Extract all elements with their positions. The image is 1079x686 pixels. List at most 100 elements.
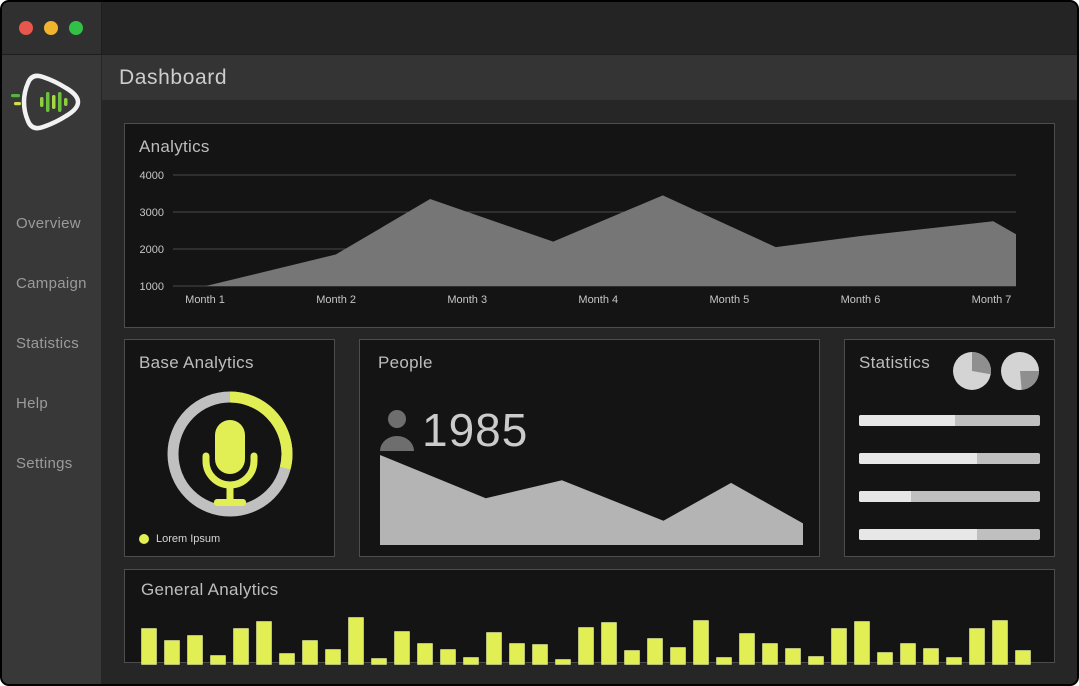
progress-bar-fill <box>859 415 955 426</box>
bar <box>831 628 847 665</box>
pie-chart-1 <box>953 352 991 390</box>
bar <box>210 655 226 665</box>
middle-panels-row: Base Analytics Lorem Ipsum People 1985 S… <box>124 339 1055 557</box>
bar <box>141 628 157 665</box>
x-tick-label: Month 2 <box>316 294 356 306</box>
x-tick-label: Month 1 <box>185 294 225 306</box>
sidebar-item-campaign[interactable]: Campaign <box>2 253 101 313</box>
x-tick-label: Month 7 <box>972 294 1012 306</box>
base-analytics-panel: Base Analytics Lorem Ipsum <box>124 339 335 557</box>
base-analytics-legend: Lorem Ipsum <box>139 533 220 545</box>
progress-ring-chart <box>167 391 292 517</box>
general-analytics-bar-chart <box>141 603 1038 665</box>
bar <box>647 638 663 665</box>
bar <box>900 643 916 665</box>
bar <box>1015 650 1031 665</box>
statistics-panel: Statistics <box>844 339 1055 557</box>
bar <box>463 657 479 665</box>
y-tick-label: 3000 <box>140 207 164 219</box>
bar <box>555 659 571 665</box>
progress-bar <box>859 453 1040 464</box>
sidebar: Overview Campaign Statistics Help Settings <box>2 55 102 684</box>
window-titlebar <box>102 2 1077 55</box>
analytics-panel: Analytics 1000 2000 3000 4000 Month 1 Month 2… <box>124 123 1055 328</box>
app-logo[interactable] <box>10 69 94 135</box>
bar <box>946 657 962 665</box>
dashboard-content: Analytics 1000 2000 3000 4000 Month 1 Month 2… <box>102 101 1077 684</box>
zoom-window-button[interactable] <box>69 21 83 35</box>
y-tick-label: 2000 <box>140 244 164 256</box>
sidebar-item-settings[interactable]: Settings <box>2 433 101 493</box>
y-tick-label: 1000 <box>140 281 164 293</box>
bar <box>808 656 824 665</box>
bar <box>279 653 295 665</box>
progress-bar <box>859 491 1040 502</box>
bar <box>762 643 778 665</box>
progress-bar-fill <box>859 453 977 464</box>
page-header: Dashboard <box>102 55 1077 101</box>
legend-dot-icon <box>139 534 149 544</box>
bar <box>417 643 433 665</box>
sidebar-item-overview[interactable]: Overview <box>2 193 101 253</box>
motion-dashes-icon <box>11 94 21 106</box>
bar <box>969 628 985 665</box>
people-count-stat: 1985 <box>378 399 801 456</box>
general-analytics-panel-title: General Analytics <box>141 580 279 599</box>
bar <box>233 628 249 665</box>
waveform-bars-icon <box>40 92 68 112</box>
x-tick-label: Month 3 <box>447 294 487 306</box>
bar <box>785 648 801 665</box>
progress-bar <box>859 529 1040 540</box>
bar <box>992 620 1008 665</box>
statistics-header: Statistics <box>859 351 1040 391</box>
general-analytics-panel: General Analytics <box>124 569 1055 665</box>
bar <box>325 649 341 665</box>
y-tick-label: 4000 <box>140 170 164 182</box>
sidebar-item-statistics[interactable]: Statistics <box>2 313 101 373</box>
bar <box>578 627 594 665</box>
microphone-progress-ring <box>160 384 300 524</box>
bar <box>187 635 203 665</box>
people-panel: People 1985 <box>359 339 820 557</box>
people-panel-title: People <box>378 353 433 372</box>
bar <box>394 631 410 665</box>
progress-bar <box>859 415 1040 426</box>
page-title: Dashboard <box>119 65 228 89</box>
bar <box>509 643 525 665</box>
bar <box>877 652 893 665</box>
bar <box>739 633 755 665</box>
minimize-window-button[interactable] <box>44 21 58 35</box>
bar <box>348 617 364 665</box>
bar <box>440 649 456 665</box>
analytics-panel-title: Analytics <box>139 137 210 156</box>
analytics-area-series <box>205 195 1016 286</box>
sidebar-item-help[interactable]: Help <box>2 373 101 433</box>
bar <box>164 640 180 665</box>
window-titlebar-controls <box>2 2 102 55</box>
people-trend-chart <box>380 453 803 545</box>
bar <box>371 658 387 665</box>
bar <box>624 650 640 665</box>
people-area-chart <box>380 455 803 545</box>
x-tick-label: Month 5 <box>710 294 750 306</box>
x-tick-label: Month 6 <box>841 294 881 306</box>
people-count-value: 1985 <box>422 403 529 456</box>
progress-bar-fill <box>859 491 912 502</box>
analytics-area-chart: 1000 2000 3000 4000 Month 1 Month 2 Month 3 Mon… <box>140 170 1016 306</box>
bar <box>716 657 732 665</box>
bar <box>256 621 272 665</box>
close-window-button[interactable] <box>19 21 33 35</box>
app-window: Overview Campaign Statistics Help Settings D… <box>0 0 1079 686</box>
play-waveform-logo-icon <box>11 73 81 131</box>
bar <box>486 632 502 665</box>
legend-label: Lorem Ipsum <box>156 533 221 545</box>
statistics-panel-title: Statistics <box>859 353 931 372</box>
microphone-icon <box>202 420 257 506</box>
main-area: Dashboard Analytics 1000 2000 3000 4000 Mont… <box>102 55 1077 684</box>
pie-wedge <box>972 352 991 375</box>
people-area-series <box>380 455 803 545</box>
bar <box>854 621 870 665</box>
statistics-progress-bars <box>859 415 1040 540</box>
statistics-pie-charts <box>952 351 1040 391</box>
bar <box>923 648 939 665</box>
